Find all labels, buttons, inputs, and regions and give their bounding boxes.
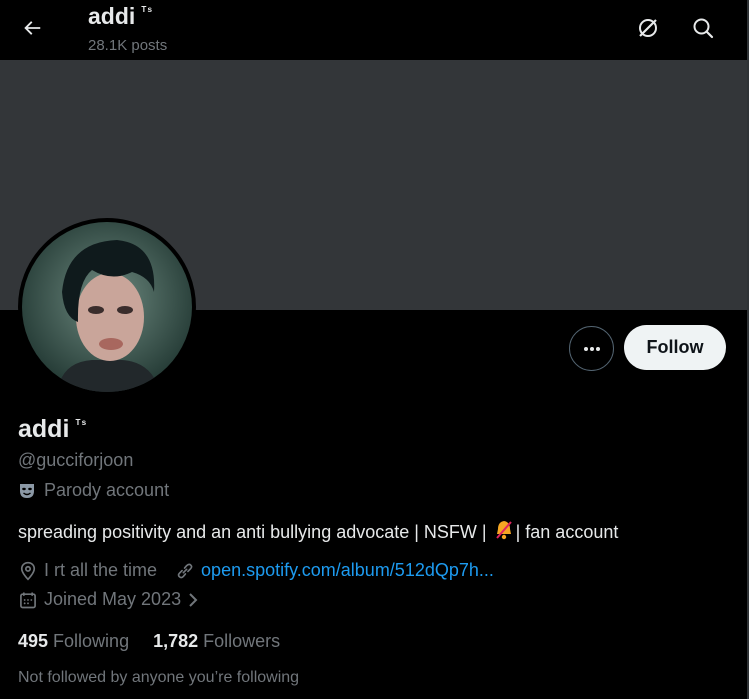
back-button[interactable] xyxy=(14,10,50,46)
followers-count: 1,782 xyxy=(153,631,199,651)
follow-stats: 495 Following 1,782 Followers xyxy=(18,631,304,652)
avatar-image xyxy=(22,222,192,392)
followers-link[interactable]: 1,782 Followers xyxy=(153,631,280,652)
parody-mask-icon xyxy=(20,483,34,498)
parody-label[interactable]: Parody account xyxy=(18,480,169,501)
more-options-button[interactable] xyxy=(569,326,614,371)
header-post-count: 28.1K posts xyxy=(88,37,168,54)
user-handle: @gucciforjoon xyxy=(18,450,134,470)
followers-label: Followers xyxy=(203,631,281,651)
grok-button[interactable] xyxy=(630,10,666,46)
search-button[interactable] xyxy=(685,10,721,46)
calendar-icon xyxy=(20,592,36,608)
header-title: addi ᵀˢ xyxy=(88,3,153,30)
link-icon xyxy=(177,563,193,578)
bell-off-icon xyxy=(494,519,514,546)
display-name-suffix: ᵀˢ xyxy=(75,416,88,431)
bio: spreading positivity and an anti bullyin… xyxy=(18,519,618,546)
location-icon xyxy=(20,561,36,581)
back-arrow-icon xyxy=(24,21,41,35)
avatar[interactable] xyxy=(18,218,196,396)
following-count: 495 xyxy=(18,631,49,651)
chevron-right-icon[interactable] xyxy=(185,591,201,609)
location-text: I rt all the time xyxy=(44,560,158,580)
bio-text-start: spreading positivity and an anti bullyin… xyxy=(18,522,492,542)
following-label: Following xyxy=(53,631,130,651)
follow-button[interactable]: Follow xyxy=(624,325,726,370)
search-icon xyxy=(693,18,714,39)
header-name-suffix: ᵀˢ xyxy=(141,4,153,19)
following-link[interactable]: 495 Following xyxy=(18,631,129,652)
grok-icon xyxy=(639,19,657,37)
parody-label-text: Parody account xyxy=(44,480,170,500)
followed-by-note: Not followed by anyone you’re following xyxy=(18,669,300,686)
display-name-text: addi xyxy=(18,415,70,443)
display-name: addi ᵀˢ xyxy=(18,415,87,444)
bio-text-end: | fan account xyxy=(515,522,619,542)
header-name-text: addi xyxy=(88,3,136,29)
profile-link[interactable]: open.spotify.com/album/512dQp7h... xyxy=(201,560,494,581)
top-bar: addi ᵀˢ 28.1K posts xyxy=(0,0,749,60)
joined-date: Joined May 2023 xyxy=(44,589,182,609)
profile-meta-row: I rt all the time open.spotify.com/album… xyxy=(18,560,494,581)
joined-row: Joined May 2023 xyxy=(18,589,207,610)
more-icon xyxy=(583,346,600,351)
